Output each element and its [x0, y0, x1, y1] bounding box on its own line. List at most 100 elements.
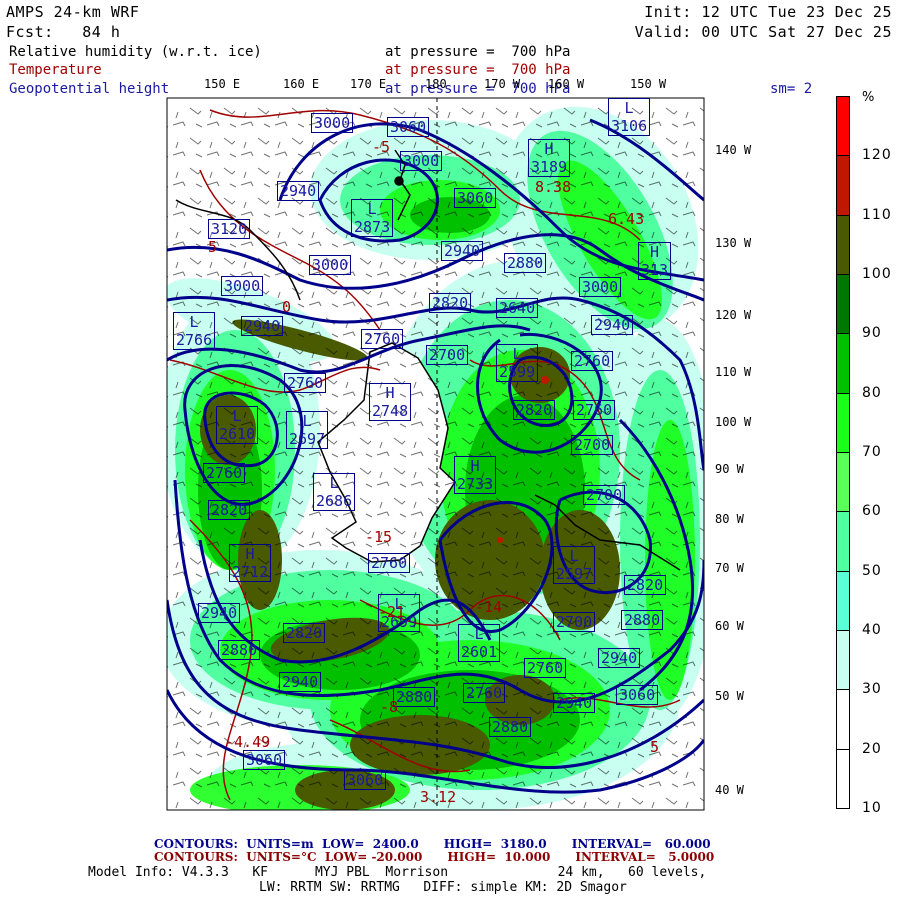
longitude-label: 170 W [484, 77, 521, 91]
contour-value: 2766 [176, 331, 213, 349]
contour-label: 2760 [368, 553, 411, 573]
contour-value: 3120 [211, 220, 248, 238]
contour-label: 3000 [221, 276, 264, 296]
contour-label: 3060 [344, 770, 387, 790]
contour-value: 2700 [556, 613, 593, 631]
longitude-label: 170 E [350, 77, 387, 91]
longitude-label: 150 E [204, 77, 241, 91]
pressure-center-letter: L [302, 412, 312, 430]
contour-value: 2733 [457, 475, 494, 493]
contour-label: 2940 [553, 693, 596, 713]
colorbar-tick-label: 90 [862, 325, 882, 342]
contour-value: 2880 [396, 688, 433, 706]
contour-label: H 2733 [454, 456, 497, 494]
latitude-label: 70 W [715, 561, 744, 575]
latitude-label: 110 W [715, 365, 752, 379]
contour-label: 3000 [579, 277, 622, 297]
contour-label: H 2748 [369, 383, 412, 421]
contour-label: 2940 [598, 648, 641, 668]
colorbar-tick-label: 80 [862, 384, 882, 401]
longitude-label: 150 W [630, 77, 667, 91]
contour-value: 3000 [312, 256, 349, 274]
colorbar-segment [836, 570, 850, 631]
temperature-label: -21 [378, 603, 406, 621]
contour-value: 3106 [611, 117, 648, 135]
pressure-center-letter: H [385, 384, 395, 402]
contour-value: 2940 [201, 604, 238, 622]
latitude-label: 80 W [715, 512, 744, 526]
contour-value: 2940 [601, 649, 638, 667]
model-info-line2: LW: RRTM SW: RRTMG DIFF: simple KM: 2D S… [259, 880, 627, 895]
height-contour-info: CONTOURS: UNITS=m LOW= 2400.0 HIGH= 3180… [154, 837, 711, 851]
contour-label: L 2610 [216, 406, 259, 444]
contour-value: 2820 [211, 501, 248, 519]
contour-label: 2760 [463, 683, 506, 703]
contour-label: 2880 [393, 687, 436, 707]
contour-label: 2880 [218, 640, 261, 660]
contour-label: 3060 [616, 685, 659, 705]
contour-label: 2940 [441, 241, 484, 261]
contour-label: 2640 [496, 298, 539, 318]
contour-label: L 3106 [608, 98, 651, 136]
contour-label: 2820 [624, 575, 667, 595]
contour-value: 3000 [314, 114, 351, 132]
contour-value: 2873 [354, 218, 391, 236]
longitude-label: 160 E [283, 77, 320, 91]
contour-value: 2820 [286, 624, 323, 642]
contour-label: 3060 [387, 117, 430, 137]
contour-label: H 313 [638, 242, 672, 280]
contour-label: 2880 [504, 253, 547, 273]
colorbar-tick-label: 40 [862, 622, 882, 638]
latitude-label: 140 W [715, 143, 752, 157]
contour-value: 2940 [282, 673, 319, 691]
temperature-label: 3.12 [420, 788, 457, 806]
pressure-center-letter: L [512, 345, 522, 363]
contour-value: 2748 [372, 402, 409, 420]
contour-value: 2820 [627, 576, 664, 594]
latitude-label: 100 W [715, 415, 752, 429]
contour-value: 2940 [280, 182, 317, 200]
contour-value: 2700 [429, 346, 466, 364]
contour-label: L 2766 [173, 312, 216, 350]
colorbar-tick-label: 30 [862, 681, 882, 698]
colorbar-segment [836, 392, 850, 453]
contour-value: 2880 [221, 641, 258, 659]
contour-value: 2601 [461, 643, 498, 661]
contour-value: 2599 [499, 363, 536, 381]
contour-value: 3060 [246, 751, 283, 769]
colorbar-tick-label: 60 [862, 503, 882, 520]
contour-label: L 2599 [496, 344, 539, 382]
contour-label: 2700 [426, 345, 469, 365]
contour-value: 2760 [287, 374, 324, 392]
contour-value: 3000 [403, 152, 440, 170]
colorbar-tick-label: 100 [862, 266, 892, 282]
contour-value: 2700 [574, 436, 611, 454]
contour-label: 2700 [553, 612, 596, 632]
contour-value: 3189 [531, 158, 568, 176]
contour-value: 2940 [244, 317, 281, 335]
colorbar-segment [836, 214, 850, 275]
pressure-center-letter: H [245, 545, 255, 563]
colorbar-segment [836, 511, 850, 572]
contour-label: 2880 [489, 717, 532, 737]
contour-value: 2760 [364, 330, 401, 348]
temperature-label: 8.38 [535, 178, 572, 196]
colorbar-tick-label: 20 [862, 740, 882, 757]
contour-value: 3060 [347, 771, 384, 789]
contour-value: 313 [641, 261, 669, 279]
colorbar-tick-label: 50 [862, 562, 882, 579]
contour-label: 3120 [208, 219, 251, 239]
colorbar-segment [836, 155, 850, 216]
contour-label: 2940 [241, 316, 284, 336]
contour-label: 2880 [621, 610, 664, 630]
contour-value: 2760 [466, 684, 503, 702]
temperature-label: 6.43 [608, 210, 645, 228]
contour-label: L 2873 [351, 199, 394, 237]
colorbar-segment [836, 630, 850, 691]
temperature-label: -8 [380, 698, 399, 716]
temperature-label: -15 [365, 528, 393, 546]
contour-label: L 2597 [553, 546, 596, 584]
colorbar-tick-label: 110 [862, 206, 892, 223]
pressure-center-letter: H [470, 457, 480, 475]
contour-label: L 2697 [286, 411, 329, 449]
